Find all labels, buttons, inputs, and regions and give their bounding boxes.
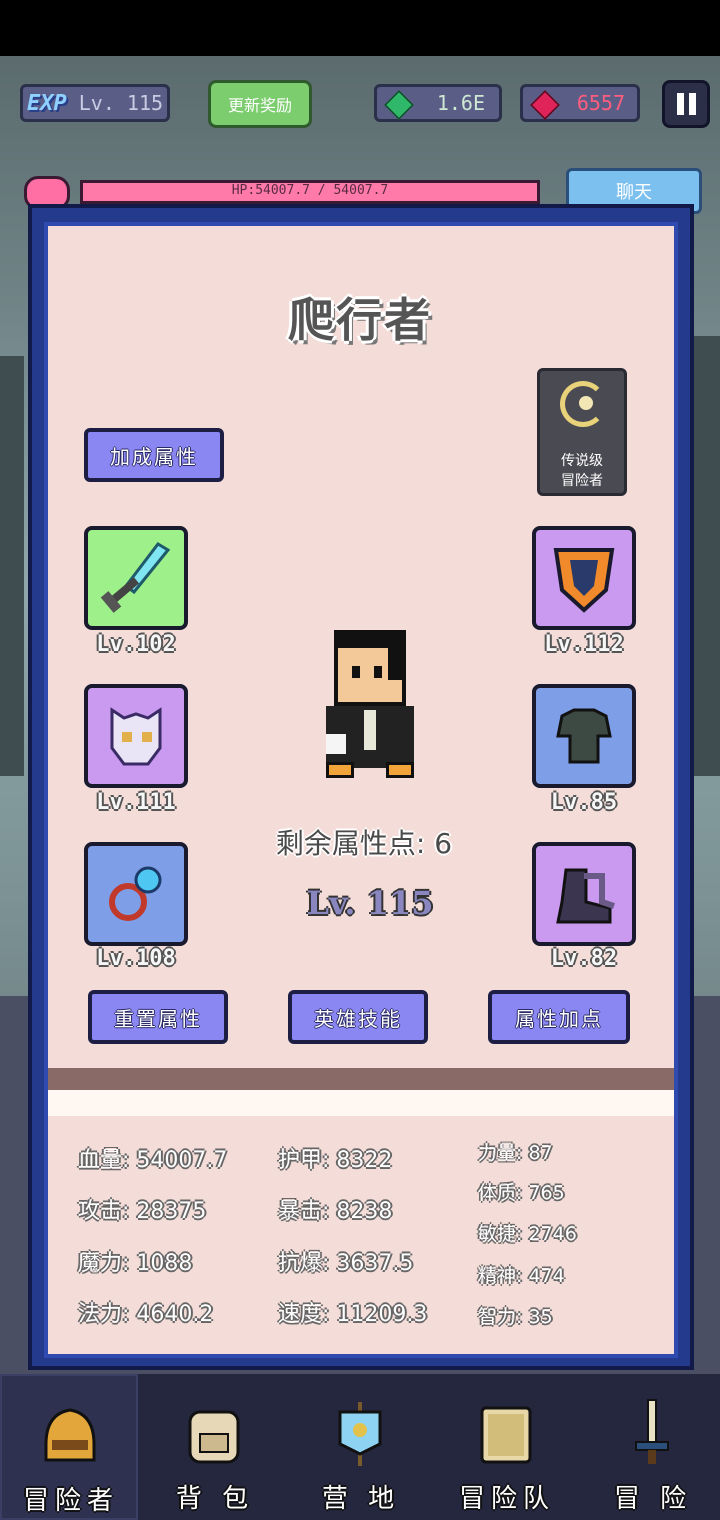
armor-level: Lv.85 xyxy=(550,790,618,815)
stat-attack: 攻击: 28375 xyxy=(78,1199,207,1224)
ruby-amount: 6557 xyxy=(576,91,625,115)
nav-label-party: 冒险队 xyxy=(458,1484,555,1514)
player-level-pill: EXP Lv. 115 xyxy=(20,84,170,122)
sword-icon xyxy=(635,1399,669,1464)
helmet-slot[interactable] xyxy=(84,684,188,788)
ruby-counter[interactable]: 6557 xyxy=(520,84,640,122)
ring-level: Lv.108 xyxy=(96,946,176,971)
banner-icon xyxy=(338,1402,382,1466)
weapon-level: Lv.102 xyxy=(96,632,176,657)
rank-label: 传说级 xyxy=(561,453,603,469)
stat-strength: 力量: 87 xyxy=(478,1142,553,1164)
bottom-nav: 冒险者 背 包 营 地 冒险队 冒 险 xyxy=(0,1374,720,1520)
remaining-attribute-points: 剩余属性点: 6 xyxy=(275,827,453,860)
weapon-slot[interactable] xyxy=(84,526,188,630)
stat-intelligence: 智力: 35 xyxy=(478,1306,553,1328)
shield-icon xyxy=(553,548,615,613)
armor-slot[interactable] xyxy=(532,684,636,788)
stat-spirit: 精神: 474 xyxy=(478,1265,565,1287)
hero-level: Lv. 115 xyxy=(306,884,434,922)
shield-slot[interactable] xyxy=(532,526,636,630)
stat-crit-resist: 抗爆: 3637.5 xyxy=(278,1251,414,1276)
nav-party[interactable]: 冒险队 xyxy=(438,1374,576,1520)
exp-icon: EXP xyxy=(27,90,67,116)
book-icon xyxy=(480,1406,532,1464)
stat-agility: 敏捷: 2746 xyxy=(478,1223,577,1245)
stat-magic: 魔力: 1088 xyxy=(78,1251,193,1276)
stat-armor: 护甲: 8322 xyxy=(278,1148,393,1173)
rank-class: 冒险者 xyxy=(561,473,603,489)
hero-skills-button[interactable]: 英雄技能 xyxy=(288,990,428,1044)
legendary-rank-card[interactable]: 传说级 冒险者 xyxy=(537,368,627,496)
panel-divider xyxy=(48,1068,674,1090)
skull-mask-icon xyxy=(110,707,162,766)
hero-sprite xyxy=(318,630,418,782)
bonus-attributes-button[interactable]: 加成属性 xyxy=(84,428,224,482)
ruby-icon xyxy=(530,90,560,120)
gem-amount: 1.6E xyxy=(436,91,485,115)
stat-constitution: 体质: 765 xyxy=(478,1182,565,1204)
nav-adventurer[interactable]: 冒险者 xyxy=(0,1374,138,1520)
nav-adventure[interactable]: 冒 险 xyxy=(584,1374,720,1520)
update-reward-button[interactable]: 更新奖励 xyxy=(208,80,312,128)
sword-icon xyxy=(100,542,171,613)
player-level: Lv. 115 xyxy=(78,91,164,115)
nav-label-adventurer: 冒险者 xyxy=(22,1486,119,1516)
stat-speed: 速度: 11209.3 xyxy=(278,1302,428,1327)
backpack-icon xyxy=(188,1410,240,1464)
stat-spell: 法力: 4640.2 xyxy=(78,1302,214,1327)
nav-label-adventure: 冒 险 xyxy=(613,1484,693,1514)
tree-silhouette xyxy=(0,356,24,776)
helmet-icon xyxy=(44,1408,96,1462)
emerald-icon xyxy=(384,90,414,120)
tree-silhouette xyxy=(690,336,720,776)
helmet-level: Lv.111 xyxy=(96,790,176,815)
armor-icon xyxy=(556,708,612,764)
panel-divider-light xyxy=(48,1090,674,1116)
legend-emblem-icon xyxy=(560,381,606,427)
reset-attributes-button[interactable]: 重置属性 xyxy=(88,990,228,1044)
nav-camp[interactable]: 营 地 xyxy=(292,1374,430,1520)
nav-backpack[interactable]: 背 包 xyxy=(146,1374,284,1520)
hero-name: 爬行者 xyxy=(288,293,432,347)
shield-level: Lv.112 xyxy=(544,632,624,657)
boots-level: Lv.82 xyxy=(550,946,618,971)
stat-hp: 血量: 54007.7 xyxy=(78,1148,228,1173)
add-attributes-button[interactable]: 属性加点 xyxy=(488,990,630,1044)
hp-bar: HP:54007.7 / 54007.7 xyxy=(80,180,540,204)
nav-label-camp: 营 地 xyxy=(321,1484,401,1514)
pause-button[interactable] xyxy=(662,80,710,128)
stat-crit: 暴击: 8238 xyxy=(278,1199,393,1224)
gem-counter[interactable]: 1.6E xyxy=(374,84,502,122)
nav-label-backpack: 背 包 xyxy=(175,1484,255,1514)
